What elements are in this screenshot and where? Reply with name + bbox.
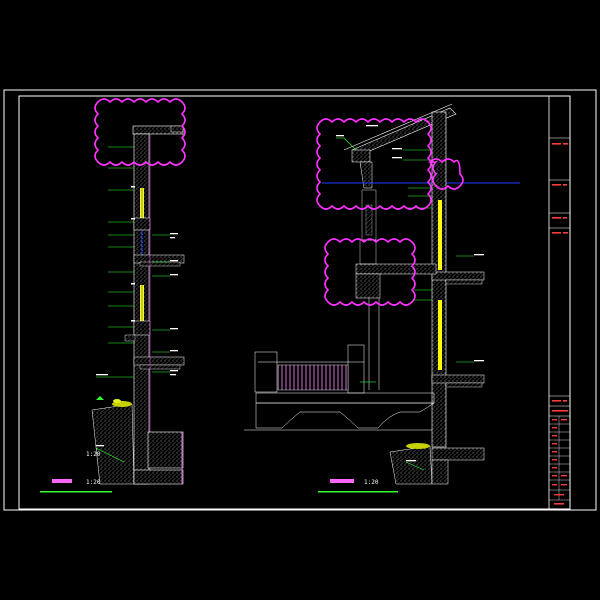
left-wall-section: 1:20 1:20 (40, 98, 186, 493)
left-section-scale: 1:20 (86, 479, 101, 486)
revision-cloud (316, 118, 432, 210)
left-annotation-scale: 1:20 (86, 451, 101, 458)
right-wall-section: 1:20 (244, 103, 520, 493)
outer-frame (3, 89, 597, 511)
revision-cloud (428, 158, 464, 190)
cad-drawing-sheet: 1:20 1:20 1:20 (3, 89, 597, 511)
right-section-scale: 1:20 (364, 479, 379, 486)
title-block (548, 96, 570, 509)
